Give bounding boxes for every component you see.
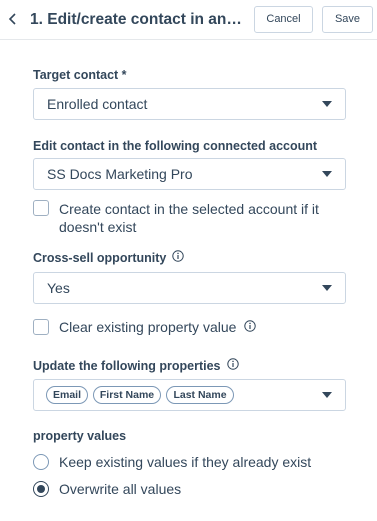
target-contact-label: Target contact * [33,68,127,82]
target-contact-value: Enrolled contact [47,96,148,112]
info-circle-icon[interactable] [172,250,185,266]
workflow-action-panel: 1. Edit/create contact in anothe... Canc… [0,0,377,521]
connected-account-select[interactable]: SS Docs Marketing Pro [33,158,346,190]
property-values-label: property values [33,429,127,443]
chevron-left-icon[interactable] [8,9,24,29]
overwrite-all-values-label: Overwrite all values [59,481,182,497]
connected-account-label: Edit contact in the following connected … [33,139,318,153]
property-tag-first-name[interactable]: First Name [93,386,161,404]
update-properties-label: Update the following properties [33,358,239,374]
cross-sell-label-text: Cross-sell opportunity [33,251,167,265]
cancel-button[interactable]: Cancel [254,6,313,33]
clear-property-checkbox-label: Clear existing property value [59,318,257,336]
clear-property-label-text: Clear existing property value [59,319,237,335]
keep-existing-values-radio[interactable] [33,454,49,470]
caret-down-icon [322,101,332,107]
update-properties-multiselect[interactable]: Email First Name Last Name [33,379,346,411]
target-contact-select[interactable]: Enrolled contact [33,88,346,120]
save-button[interactable]: Save [322,6,373,33]
caret-down-icon [322,285,332,291]
panel-header: 1. Edit/create contact in anothe... Canc… [0,0,377,40]
property-tag-last-name[interactable]: Last Name [166,386,234,404]
update-properties-label-text: Update the following properties [33,359,221,373]
create-contact-checkbox-label: Create contact in the selected account i… [59,201,319,235]
clear-property-checkbox[interactable] [33,319,49,335]
keep-existing-values-label: Keep existing values if they already exi… [59,454,312,470]
cross-sell-label: Cross-sell opportunity [33,250,185,266]
panel-title: 1. Edit/create contact in anothe... [30,11,250,28]
connected-account-value: SS Docs Marketing Pro [47,166,193,182]
cross-sell-select[interactable]: Yes [33,272,346,304]
cross-sell-value: Yes [47,280,70,296]
info-circle-icon[interactable] [226,358,239,374]
caret-down-icon [322,392,332,398]
property-tag-email[interactable]: Email [46,386,88,404]
create-contact-checkbox[interactable] [33,200,49,216]
overwrite-all-values-radio[interactable] [33,481,49,497]
info-circle-icon[interactable] [244,318,257,336]
caret-down-icon [322,171,332,177]
